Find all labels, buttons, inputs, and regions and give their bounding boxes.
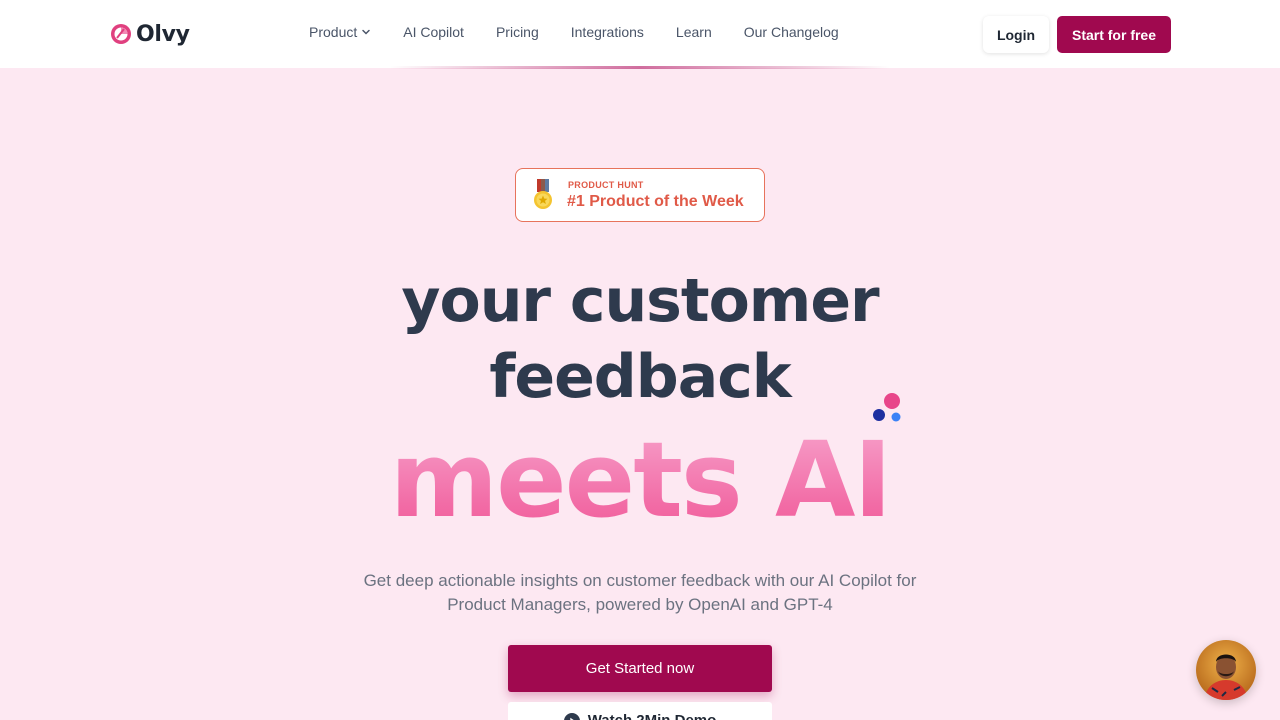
nav-changelog[interactable]: Our Changelog [744, 24, 839, 40]
hero-subtitle: Get deep actionable insights on customer… [363, 571, 917, 614]
badge-big-text: #1 Product of the Week [567, 193, 744, 210]
nav-product-label: Product [309, 24, 358, 40]
get-started-button[interactable]: Get Started now [508, 645, 772, 692]
main-nav: Product AI Copilot Pricing Integrations … [309, 24, 839, 40]
medal-icon [534, 179, 552, 209]
watch-demo-label: Watch 2Min Demo [588, 712, 717, 720]
play-icon [563, 713, 580, 720]
nav-integrations[interactable]: Integrations [571, 24, 644, 40]
badge-small-text: PRODUCT HUNT [568, 180, 644, 190]
nav-learn[interactable]: Learn [676, 24, 712, 40]
nav-integrations-label: Integrations [570, 24, 644, 40]
nav-learn-label: Learn [675, 24, 712, 40]
headline-line-3: meets AI [0, 420, 1280, 540]
nav-ai-copilot-label: AI Copilot [403, 24, 464, 40]
login-button[interactable]: Login [983, 16, 1049, 53]
nav-product[interactable]: Product [309, 24, 371, 40]
nav-changelog-label: Our Changelog [743, 24, 839, 40]
watch-demo-button[interactable]: Watch 2Min Demo [508, 702, 772, 720]
headline-line-2: feedback [489, 342, 791, 412]
olvy-logo-icon [111, 24, 131, 44]
chevron-down-icon [362, 29, 370, 35]
logo[interactable]: Olvy [110, 20, 190, 48]
nav-pricing[interactable]: Pricing [496, 24, 539, 40]
avatar-photo [1196, 640, 1256, 700]
logo-text: Olvy [136, 21, 190, 47]
chat-avatar[interactable] [1196, 640, 1256, 700]
product-hunt-badge[interactable]: PRODUCT HUNT #1 Product of the Week [515, 168, 765, 222]
dots-icon [873, 393, 901, 422]
header-glow-line [390, 66, 890, 69]
start-for-free-button[interactable]: Start for free [1057, 16, 1171, 53]
nav-pricing-label: Pricing [495, 24, 539, 40]
nav-ai-copilot[interactable]: AI Copilot [403, 24, 464, 40]
site-header: Olvy Product AI Copilot Pricing Integrat… [0, 0, 1280, 68]
headline-line-1: your customer [401, 266, 879, 336]
